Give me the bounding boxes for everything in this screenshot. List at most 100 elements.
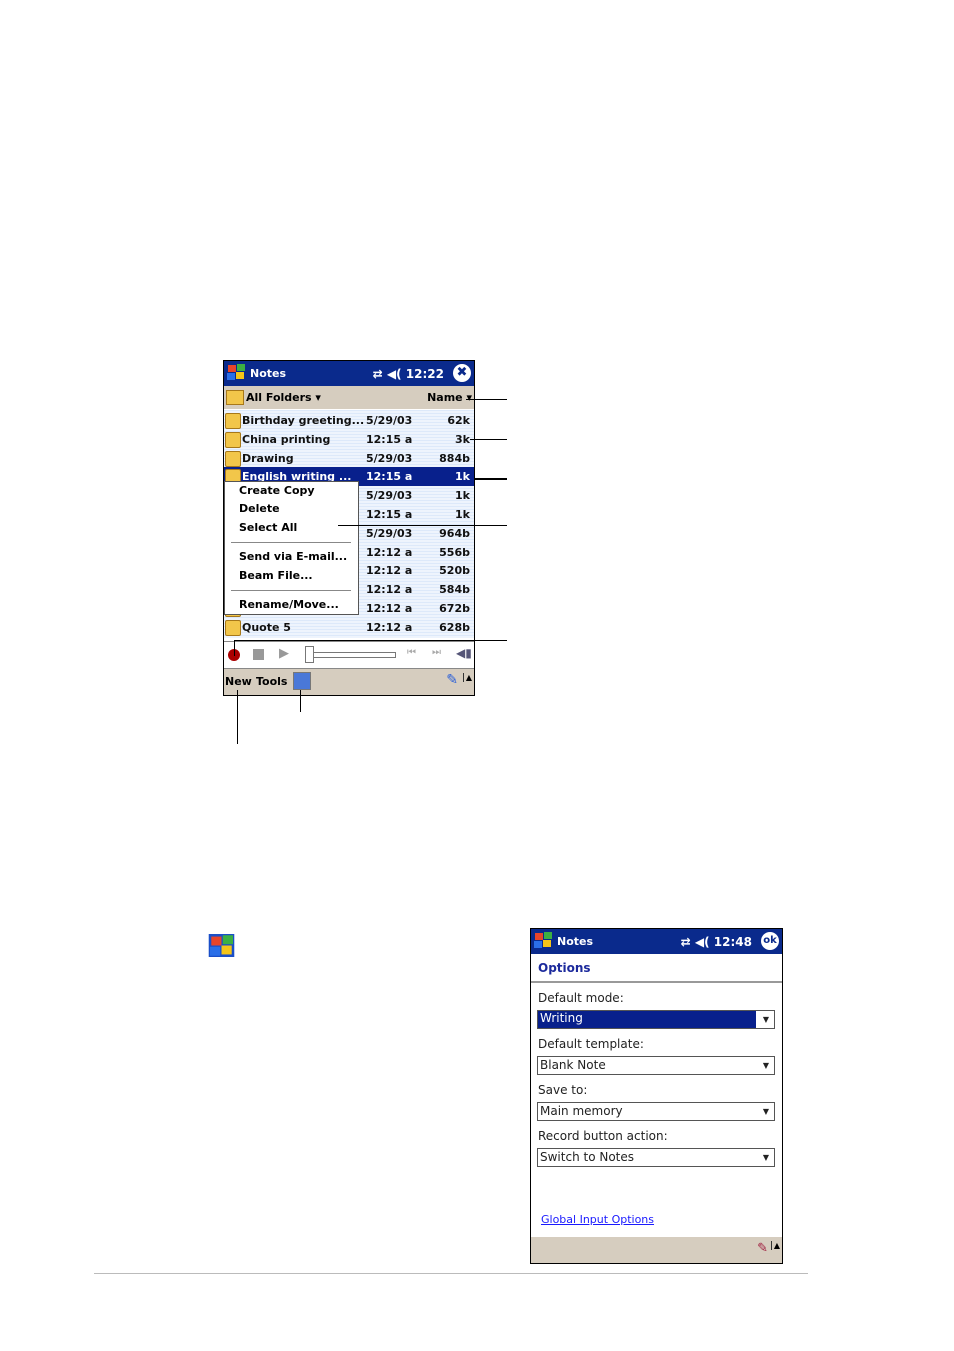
page-title: Options [538,961,591,975]
connectivity-icon[interactable]: ⇄ [373,367,387,381]
new-menu[interactable]: New [225,675,252,688]
note-row[interactable]: China printing 12:15 a 3k [224,430,474,449]
start-menu-icon [208,934,235,957]
chevron-down-icon[interactable]: ▼ [758,1057,774,1074]
title-bar: Notes ⇄ ◀( 12:22 ✖ [224,361,474,386]
global-input-options-link[interactable]: Global Input Options [541,1213,654,1226]
speaker-icon[interactable]: ◀( [387,367,406,381]
divider [531,981,782,983]
tools-menu[interactable]: Tools [256,675,287,688]
note-row[interactable]: Drawing 5/29/03 884b [224,449,474,468]
note-row[interactable]: Birthday greeting... 5/29/03 62k [224,411,474,430]
field-label: Default mode: [538,991,624,1005]
input-method-icon[interactable]: ✎ [757,1241,768,1256]
note-date: 5/29/03 [366,526,413,540]
list-header: All Folders ▾ Name ▾ [224,386,474,409]
slider-thumb[interactable] [305,646,314,663]
callout-line [466,399,507,400]
note-date: 12:12 a [366,545,413,559]
menu-item-select-all[interactable]: Select All [239,521,297,534]
status-area[interactable]: ⇄ ◀( 12:22 [373,367,444,381]
note-size: 3k [455,432,470,446]
close-button[interactable]: ✖ [453,364,471,382]
note-size: 672b [439,602,470,615]
speaker-icon[interactable]: ◀( [695,935,714,949]
menu-separator [231,542,351,543]
menu-separator [231,590,351,591]
note-date: 5/29/03 [366,414,413,427]
note-size: 964b [439,526,470,540]
app-title: Notes [250,367,287,380]
menu-item-beam-file[interactable]: Beam File... [239,569,313,582]
note-size: 584b [439,583,470,597]
callout-line [474,478,507,480]
field-label: Default template: [538,1037,644,1051]
field-label: Save to: [538,1083,588,1097]
input-arrow-button[interactable]: ▲ [462,673,472,682]
note-date: 12:12 a [366,564,413,578]
callout-line [234,640,507,641]
input-arrow-button[interactable]: ▲ [770,1241,780,1250]
chevron-down-icon[interactable]: ▼ [758,1149,774,1166]
status-area[interactable]: ⇄ ◀( 12:48 [681,935,752,949]
menu-item-send-email[interactable]: Send via E-mail... [239,550,347,563]
field-dropdown[interactable]: Writing ▼ [537,1010,775,1029]
input-panel-keyboard-icon[interactable] [293,672,311,690]
start-menu-icon[interactable] [226,363,246,383]
command-bar: ✎ ▲ [531,1237,782,1263]
app-title: Notes [557,935,594,948]
callout-line [338,525,507,526]
skip-back-button[interactable]: ⏮ [407,647,416,658]
pen-icon[interactable]: ✎ [446,672,458,688]
volume-slider[interactable] [306,652,396,658]
note-date: 12:12 a [366,620,413,634]
context-menu: Create Copy Delete Select All Send via E… [224,481,359,615]
field-label: Record button action: [538,1129,668,1143]
menu-item-create-copy[interactable]: Create Copy [239,484,315,497]
note-name: Drawing [242,451,294,465]
clock[interactable]: 12:48 [714,935,752,949]
chevron-down-icon[interactable]: ▼ [758,1103,774,1120]
callout-line [470,439,507,440]
folder-dropdown[interactable]: All Folders ▾ [246,391,321,404]
menu-item-delete[interactable]: Delete [239,502,280,515]
note-date: 12:12 a [366,583,413,597]
ok-button[interactable]: ok [761,932,779,950]
dropdown-value: Main memory [540,1104,623,1118]
field-dropdown[interactable]: Main memory ▼ [537,1102,775,1121]
command-bar: New Tools ✎ ▲ [224,669,474,695]
footer-rule [94,1273,808,1274]
note-date: 5/29/03 [366,489,413,503]
note-icon [225,619,241,636]
skip-forward-button[interactable]: ⏭ [432,647,441,658]
note-date: 12:15 a [366,432,413,446]
note-name: Quote 5 [242,620,291,634]
note-size: 884b [439,451,470,465]
folder-icon [226,390,244,405]
note-name: Birthday greeting... [242,414,365,427]
callout-line [237,690,238,744]
sort-dropdown[interactable]: Name ▾ [427,391,472,404]
speaker-volume-icon[interactable]: ◀▮ [456,646,472,660]
menu-item-rename-move[interactable]: Rename/Move... [239,598,339,611]
note-date: 12:15 a [366,508,413,521]
chevron-down-icon[interactable]: ▼ [758,1011,774,1028]
dropdown-value: Writing [538,1011,756,1028]
dropdown-value: Switch to Notes [540,1150,635,1164]
note-size: 520b [439,564,470,578]
notes-list: Quote 5 12:12 a 628b 12:12 a 672b 12:12 a 584b… [224,410,474,638]
sort-label: Name [427,391,463,404]
clock[interactable]: 12:22 [406,367,444,381]
note-size: 62k [447,414,470,427]
stop-button[interactable] [253,649,264,660]
connectivity-icon[interactable]: ⇄ [681,935,695,949]
callout-line [300,690,301,712]
note-row[interactable]: Quote 5 12:12 a 628b [224,618,474,637]
note-date: 5/29/03 [366,451,413,465]
start-menu-icon[interactable] [533,931,553,951]
field-dropdown[interactable]: Switch to Notes ▼ [537,1148,775,1167]
folder-label: All Folders [246,391,312,404]
field-dropdown[interactable]: Blank Note ▼ [537,1056,775,1075]
note-icon [225,413,241,429]
play-button[interactable]: ▶ [279,646,289,661]
